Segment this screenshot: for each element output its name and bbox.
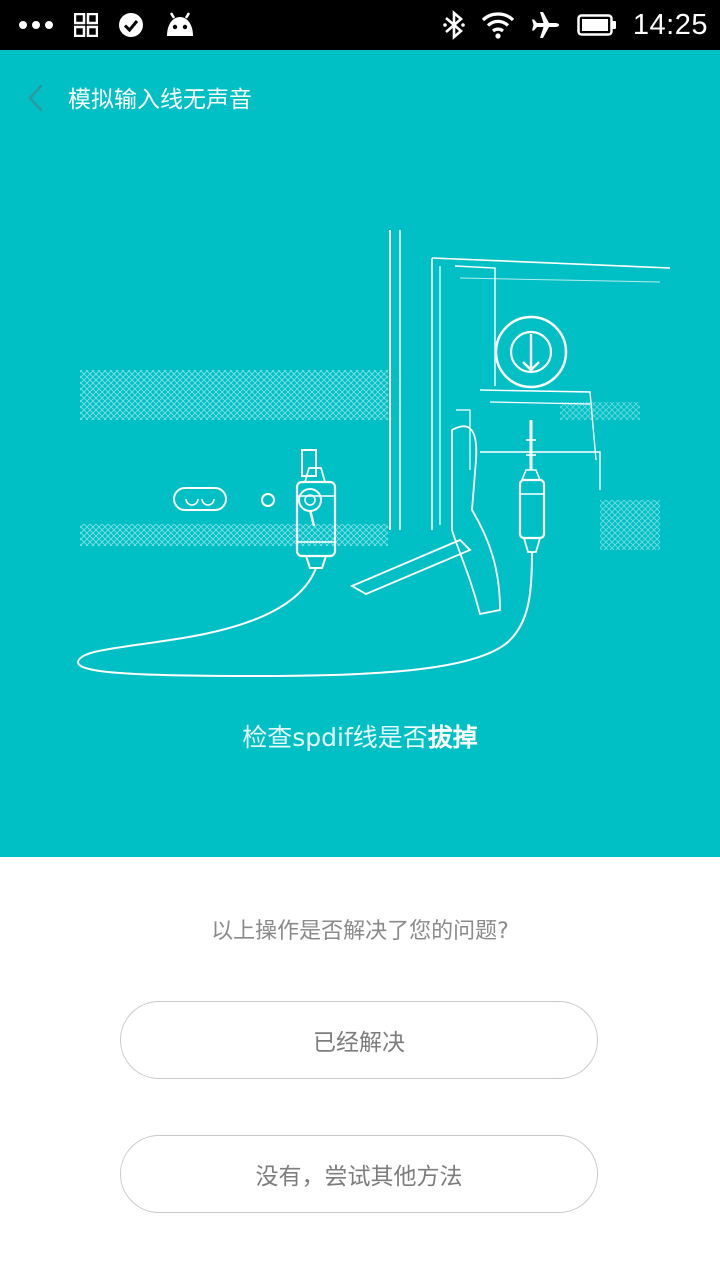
feedback-question: 以上操作是否解决了您的问题? xyxy=(211,919,509,944)
battery-icon xyxy=(577,14,617,36)
try-other-button-label: 没有，尝试其他方法 xyxy=(255,1164,463,1190)
check-circle-icon xyxy=(118,12,144,38)
status-bar: 14:25 xyxy=(0,0,720,50)
more-dots-icon xyxy=(18,20,54,30)
back-button[interactable] xyxy=(16,80,56,120)
hero-panel: 模拟输入线无声音 检查spdif线是否拔掉 xyxy=(0,50,720,857)
try-other-method-button[interactable]: 没有，尝试其他方法 xyxy=(120,1135,598,1213)
solved-button-label: 已经解决 xyxy=(313,1030,405,1056)
airplane-mode-icon xyxy=(531,10,561,40)
page-title: 模拟输入线无声音 xyxy=(68,87,252,113)
status-bar-right: 14:25 xyxy=(443,0,708,50)
caption-text: 检查spdif线是否 xyxy=(242,723,428,752)
caption-emphasis: 拔掉 xyxy=(427,723,478,752)
bluetooth-icon xyxy=(443,10,465,40)
apps-grid-icon xyxy=(74,13,98,37)
wifi-icon xyxy=(481,11,515,39)
status-time: 14:25 xyxy=(632,8,708,41)
android-icon xyxy=(164,12,196,38)
status-bar-left xyxy=(18,0,196,50)
header: 模拟输入线无声音 xyxy=(0,50,720,150)
step-caption: 检查spdif线是否拔掉 xyxy=(0,718,720,758)
chevron-left-icon xyxy=(26,83,46,117)
solved-button[interactable]: 已经解决 xyxy=(120,1001,598,1079)
tv-cable-illustration xyxy=(0,210,671,678)
